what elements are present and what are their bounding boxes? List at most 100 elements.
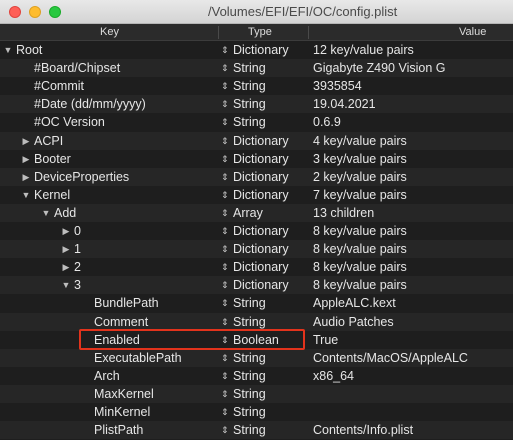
row-key[interactable]: #OC Version [34, 113, 105, 131]
outline-row[interactable]: ▼ Add ⇕ Array 13 children [0, 203, 513, 222]
row-value[interactable]: 8 key/value pairs [313, 222, 407, 240]
minimize-button[interactable] [29, 6, 41, 18]
type-stepper-icon[interactable]: ⇕ [221, 95, 229, 113]
type-stepper-icon[interactable]: ⇕ [221, 276, 229, 294]
row-type[interactable]: String [233, 113, 266, 131]
row-value[interactable]: 13 children [313, 204, 374, 222]
row-value[interactable]: True [313, 331, 338, 349]
outline-row[interactable]: #Date (dd/mm/yyyy) ⇕ String 19.04.2021 [0, 95, 513, 114]
type-stepper-icon[interactable]: ⇕ [221, 186, 229, 204]
row-value[interactable]: 8 key/value pairs [313, 258, 407, 276]
row-type[interactable]: Dictionary [233, 186, 289, 204]
type-stepper-icon[interactable]: ⇕ [221, 59, 229, 77]
row-type[interactable]: Dictionary [233, 240, 289, 258]
row-type[interactable]: String [233, 95, 266, 113]
type-stepper-icon[interactable]: ⇕ [221, 222, 229, 240]
outline-row[interactable]: ▶ Booter ⇕ Dictionary 3 key/value pairs [0, 150, 513, 168]
row-type[interactable]: String [233, 421, 266, 439]
column-header-key[interactable]: Key [100, 24, 119, 41]
row-type[interactable]: String [233, 77, 266, 95]
row-value[interactable]: 8 key/value pairs [313, 240, 407, 258]
row-key[interactable]: #Board/Chipset [34, 59, 120, 77]
row-key[interactable]: 2 [74, 258, 81, 276]
outline-row[interactable]: #Board/Chipset ⇕ String Gigabyte Z490 Visio… [0, 59, 513, 78]
outline-row[interactable]: ▼ Kernel ⇕ Dictionary 7 key/value pairs [0, 186, 513, 204]
column-header-type[interactable]: Type [248, 24, 272, 41]
zoom-button[interactable] [49, 6, 61, 18]
outline-row[interactable]: #Commit ⇕ String 3935854 [0, 77, 513, 95]
row-value[interactable]: Gigabyte Z490 Vision G [313, 59, 445, 77]
disclosure-expanded-icon[interactable]: ▼ [41, 204, 51, 222]
outline-row[interactable]: ▶ 1 ⇕ Dictionary 8 key/value pairs [0, 240, 513, 259]
row-value[interactable]: 12 key/value pairs [313, 41, 414, 59]
outline-row[interactable]: ▶ 0 ⇕ Dictionary 8 key/value pairs [0, 222, 513, 240]
outline-row[interactable]: ExecutablePath ⇕ String Contents/MacOS/Appl… [0, 348, 513, 367]
type-stepper-icon[interactable]: ⇕ [221, 132, 229, 150]
row-value[interactable]: Contents/Info.plist [313, 421, 413, 439]
row-value[interactable]: 4 key/value pairs [313, 132, 407, 150]
outline-row[interactable]: MaxKernel ⇕ String [0, 384, 513, 403]
row-value[interactable]: 3935854 [313, 77, 362, 95]
row-key[interactable]: Add [54, 204, 76, 222]
disclosure-collapsed-icon[interactable]: ▶ [61, 240, 71, 258]
disclosure-expanded-icon[interactable]: ▼ [21, 186, 31, 204]
disclosure-collapsed-icon[interactable]: ▶ [21, 150, 31, 168]
row-key[interactable]: MaxKernel [94, 385, 154, 403]
type-stepper-icon[interactable]: ⇕ [221, 313, 229, 331]
row-type[interactable]: String [233, 59, 266, 77]
row-value[interactable]: Contents/MacOS/AppleALC [313, 349, 468, 367]
row-key[interactable]: 0 [74, 222, 81, 240]
type-stepper-icon[interactable]: ⇕ [221, 367, 229, 385]
type-stepper-icon[interactable]: ⇕ [221, 385, 229, 403]
row-key[interactable]: Root [16, 41, 42, 59]
outline-row[interactable]: MinKernel ⇕ String [0, 403, 513, 421]
outline-row[interactable]: #OC Version ⇕ String 0.6.9 [0, 113, 513, 131]
row-type[interactable]: Dictionary [233, 222, 289, 240]
row-value[interactable]: 8 key/value pairs [313, 276, 407, 294]
row-type[interactable]: String [233, 403, 266, 421]
row-key[interactable]: DeviceProperties [34, 168, 129, 186]
type-stepper-icon[interactable]: ⇕ [221, 77, 229, 95]
row-key[interactable]: #Commit [34, 77, 84, 95]
row-key[interactable]: Comment [94, 313, 148, 331]
row-type[interactable]: String [233, 313, 266, 331]
row-type[interactable]: String [233, 349, 266, 367]
type-stepper-icon[interactable]: ⇕ [221, 403, 229, 421]
row-key[interactable]: 3 [74, 276, 81, 294]
type-stepper-icon[interactable]: ⇕ [221, 240, 229, 258]
row-value[interactable]: Audio Patches [313, 313, 394, 331]
disclosure-collapsed-icon[interactable]: ▶ [61, 222, 71, 240]
row-key[interactable]: PlistPath [94, 421, 143, 439]
outline-row[interactable]: BundlePath ⇕ String AppleALC.kext [0, 294, 513, 312]
row-type[interactable]: Dictionary [233, 258, 289, 276]
type-stepper-icon[interactable]: ⇕ [221, 41, 229, 59]
row-value[interactable]: 0.6.9 [313, 113, 341, 131]
row-value[interactable]: 3 key/value pairs [313, 150, 407, 168]
outline-row[interactable]: PlistPath ⇕ String Contents/Info.plist [0, 421, 513, 440]
outline-row[interactable]: ▼ 3 ⇕ Dictionary 8 key/value pairs [0, 276, 513, 295]
outline-row[interactable]: ▶ ACPI ⇕ Dictionary 4 key/value pairs [0, 131, 513, 150]
disclosure-expanded-icon[interactable]: ▼ [61, 276, 71, 294]
disclosure-expanded-icon[interactable]: ▼ [3, 41, 13, 59]
row-key[interactable]: Kernel [34, 186, 70, 204]
row-value[interactable]: AppleALC.kext [313, 294, 396, 312]
type-stepper-icon[interactable]: ⇕ [221, 113, 229, 131]
disclosure-collapsed-icon[interactable]: ▶ [21, 168, 31, 186]
row-key[interactable]: ExecutablePath [94, 349, 182, 367]
outline-row[interactable]: ▶ DeviceProperties ⇕ Dictionary 2 key/value … [0, 167, 513, 186]
row-value[interactable]: x86_64 [313, 367, 354, 385]
row-type[interactable]: Dictionary [233, 276, 289, 294]
row-key[interactable]: #Date (dd/mm/yyyy) [34, 95, 146, 113]
close-button[interactable] [9, 6, 21, 18]
column-divider[interactable] [218, 26, 219, 39]
row-type[interactable]: String [233, 294, 266, 312]
type-stepper-icon[interactable]: ⇕ [221, 150, 229, 168]
disclosure-collapsed-icon[interactable]: ▶ [21, 132, 31, 150]
row-key[interactable]: 1 [74, 240, 81, 258]
type-stepper-icon[interactable]: ⇕ [221, 349, 229, 367]
column-header-value[interactable]: Value [459, 24, 486, 41]
column-divider[interactable] [308, 26, 309, 39]
row-type[interactable]: Array [233, 204, 263, 222]
row-type[interactable]: Dictionary [233, 150, 289, 168]
row-value[interactable]: 7 key/value pairs [313, 186, 407, 204]
